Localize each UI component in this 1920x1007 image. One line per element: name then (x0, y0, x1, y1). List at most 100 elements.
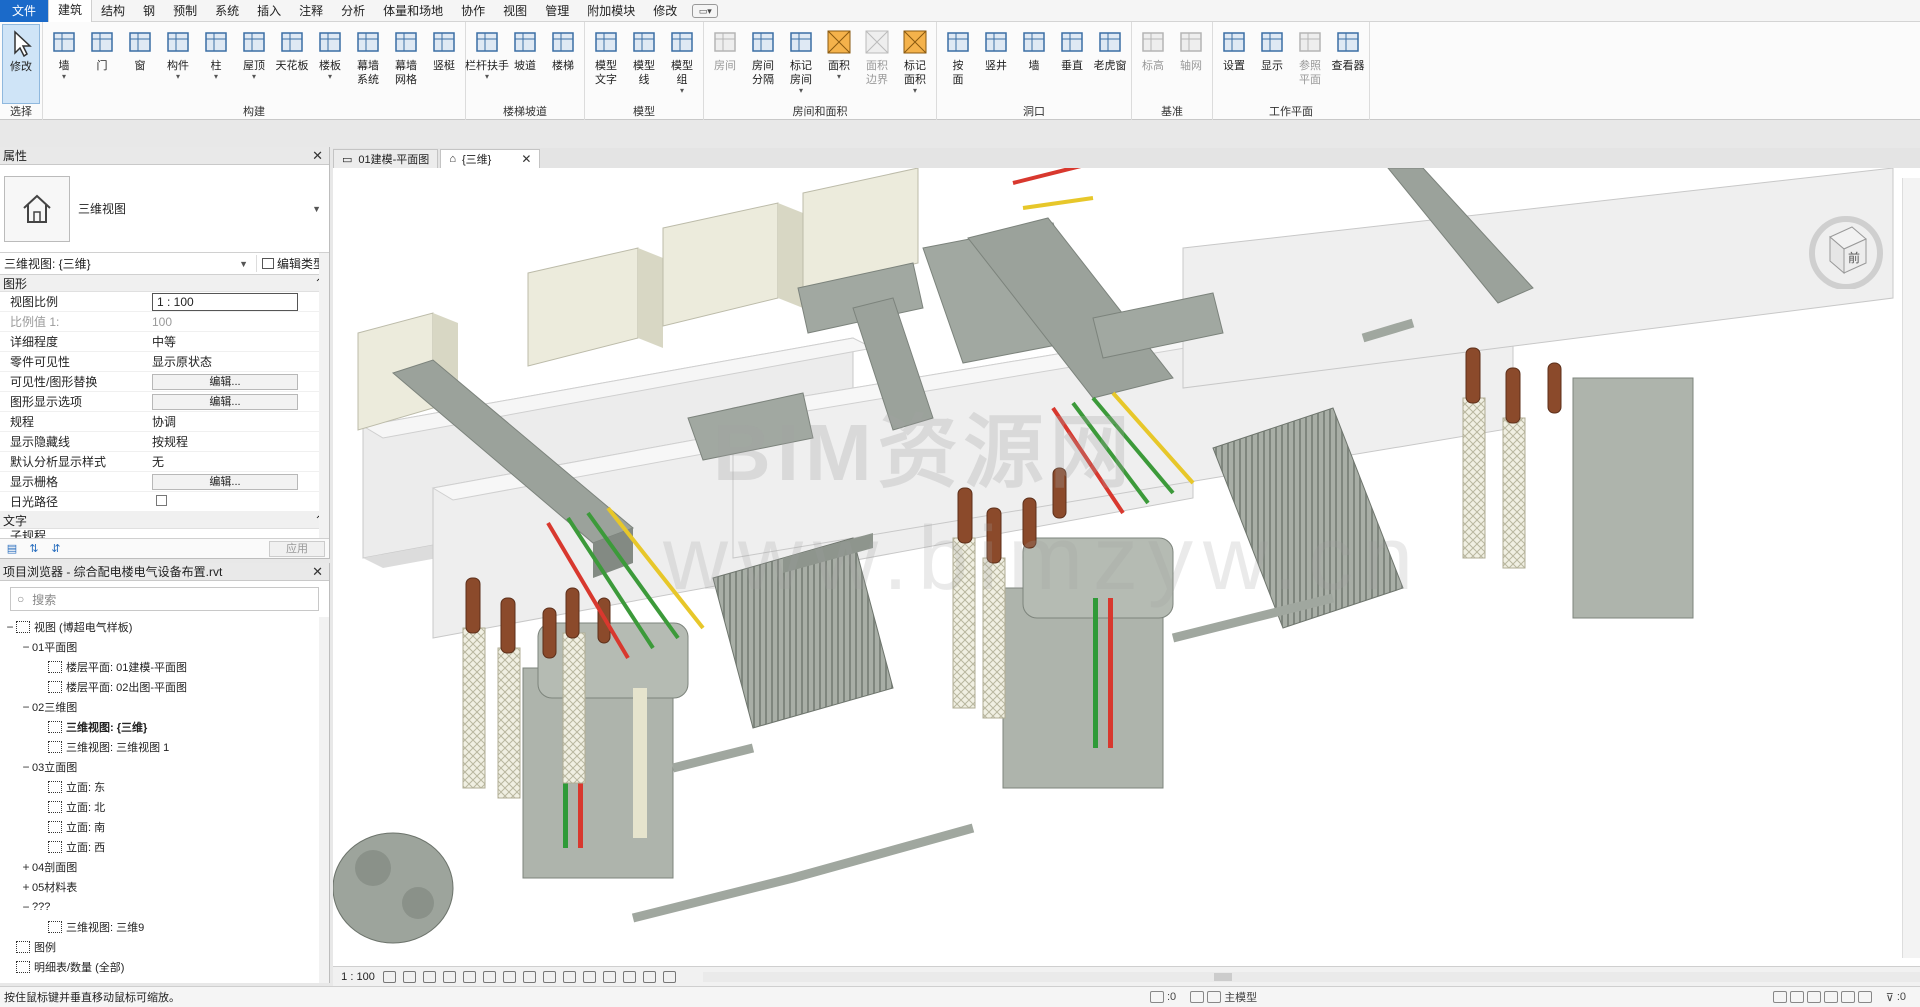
property-value[interactable]: 编辑... (150, 473, 329, 490)
expand-icon[interactable]: + (20, 880, 32, 894)
ribbon-button-by-face[interactable]: 按面 (939, 24, 977, 104)
background-process-icon[interactable] (1857, 991, 1872, 1003)
ribbon-button-column[interactable]: 柱 ▾ (197, 24, 235, 104)
tree-item[interactable]: 立面: 东 (0, 777, 329, 797)
ribbon-button-area-boundary[interactable]: 面积 边界 (858, 24, 896, 104)
ribbon-button-level[interactable]: 标高 (1134, 24, 1172, 104)
menu-item[interactable]: 预制 (164, 0, 206, 22)
design-options[interactable]: 主模型 (1190, 989, 1257, 1005)
tree-item[interactable]: 图例 (0, 937, 329, 957)
worksharing-icon[interactable] (603, 970, 616, 983)
sun-path-icon[interactable] (423, 970, 436, 983)
ribbon-group-title[interactable]: 模型 (585, 104, 703, 120)
ribbon-button-curtain-grid[interactable]: 幕墙 网格 (387, 24, 425, 104)
ribbon-button-viewer[interactable]: 查看器 (1329, 24, 1367, 104)
tree-item[interactable]: −01平面图 (0, 637, 329, 657)
apply-button[interactable]: 应用 (269, 540, 325, 557)
tree-item[interactable]: 楼层平面: 01建模-平面图 (0, 657, 329, 677)
ribbon-button-ref-plane[interactable]: 参照 平面 (1291, 24, 1329, 104)
property-value[interactable]: 1 : 100 (150, 292, 329, 311)
ribbon-button-door[interactable]: 门 (83, 24, 121, 104)
tree-item[interactable]: 立面: 南 (0, 817, 329, 837)
ribbon-button-railing[interactable]: 栏杆扶手 ▾ (465, 24, 509, 104)
collapse-icon[interactable]: − (20, 760, 32, 774)
menu-item[interactable]: 文件 (0, 0, 49, 22)
tree-item[interactable]: −02三维图 (0, 697, 329, 717)
reveal-hidden-icon[interactable] (583, 970, 596, 983)
ribbon-button-shaft[interactable]: 竖井 (977, 24, 1015, 104)
detail-level-icon[interactable] (383, 970, 396, 983)
menu-item[interactable]: 视图 (494, 0, 536, 22)
lock-view-icon[interactable] (523, 970, 536, 983)
chevron-down-icon[interactable]: ▾ (214, 73, 218, 81)
menu-item[interactable]: 修改 (644, 0, 686, 22)
tree-item[interactable]: − 视图 (博超电气样板) (0, 617, 329, 637)
ribbon-button-ramp[interactable]: 坡道 (506, 24, 544, 104)
sort-descending-icon[interactable]: ⇵ (48, 542, 64, 556)
menu-item[interactable]: 结构 (92, 0, 134, 22)
ribbon-button-model-group[interactable]: 模型组 ▾ (663, 24, 701, 104)
ribbon-group-title[interactable]: 洞口 (937, 104, 1131, 120)
navigation-bar[interactable] (1902, 178, 1920, 958)
tree-item[interactable]: +05材料表 (0, 877, 329, 897)
chevron-down-icon[interactable]: ▾ (176, 73, 180, 81)
chevron-down-icon[interactable]: ▾ (799, 87, 803, 95)
tree-item[interactable]: 立面: 西 (0, 837, 329, 857)
property-value[interactable]: 编辑... (150, 373, 329, 390)
sort-ascending-icon[interactable]: ⇅ (26, 542, 42, 556)
close-icon[interactable]: ✕ (521, 152, 531, 166)
collapse-icon[interactable]: − (20, 700, 32, 714)
ribbon-button-roof[interactable]: 屋顶 ▾ (235, 24, 273, 104)
menu-item[interactable]: 协作 (452, 0, 494, 22)
ribbon-group-title[interactable]: 基准 (1132, 104, 1212, 120)
menu-item[interactable]: 钢 (134, 0, 164, 22)
ribbon-button-ceiling[interactable]: 天花板 (273, 24, 311, 104)
select-by-face-icon[interactable] (1823, 991, 1838, 1003)
tree-item[interactable]: −03立面图 (0, 757, 329, 777)
highlight-icon[interactable] (663, 970, 676, 983)
ribbon-button-room[interactable]: 房间 (706, 24, 744, 104)
menu-item[interactable]: 建筑 (48, 0, 93, 22)
analysis-icon[interactable] (623, 970, 636, 983)
chevron-down-icon[interactable]: ▾ (680, 87, 684, 95)
ribbon-button-cursor[interactable]: 修改 (2, 24, 40, 104)
ribbon-group-title[interactable]: 房间和面积 (704, 104, 936, 120)
ribbon-button-curtain-system[interactable]: 幕墙 系统 (349, 24, 387, 104)
chevron-down-icon[interactable]: ▾ (913, 87, 917, 95)
ribbon-button-dormer[interactable]: 老虎窗 (1091, 24, 1129, 104)
select-underlay-icon[interactable] (1789, 991, 1804, 1003)
edit-button[interactable]: 编辑... (152, 473, 298, 490)
scroll-thumb[interactable] (1214, 972, 1233, 981)
edit-button[interactable]: 编辑... (152, 373, 298, 390)
viewcube[interactable]: 前 (1808, 213, 1884, 290)
properties-view-icon[interactable]: ▤ (4, 542, 20, 556)
tree-item[interactable]: 三维视图: 三维9 (0, 917, 329, 937)
chevron-down-icon[interactable]: ▾ (837, 73, 841, 81)
temporary-hide-icon[interactable] (563, 970, 576, 983)
ribbon-toggle-icon[interactable]: ▭▾ (692, 3, 719, 18)
chevron-down-icon[interactable]: ▾ (328, 73, 332, 81)
search-input[interactable]: ○ 搜索 (10, 587, 319, 611)
chevron-down-icon[interactable]: ▼ (312, 204, 321, 214)
filter-indicator[interactable]: ⊽:0 (1886, 991, 1906, 1004)
close-icon[interactable]: ✕ (312, 564, 323, 580)
view-tab[interactable]: ⌂ {三维} ✕ (440, 149, 541, 168)
ribbon-button-room-separator[interactable]: 房间 分隔 (744, 24, 782, 104)
ribbon-button-wall-opening[interactable]: 墙 (1015, 24, 1053, 104)
ribbon-button-floor[interactable]: 楼板 ▾ (311, 24, 349, 104)
tree-item[interactable]: 楼层平面: 02出图-平面图 (0, 677, 329, 697)
type-selector[interactable]: 三维视图 ▼ (0, 165, 329, 253)
ribbon-button-window[interactable]: 窗 (121, 24, 159, 104)
3d-viewport[interactable]: BIM资源网 www.bimzyw.cn 前 (333, 168, 1920, 966)
constraints-icon[interactable] (643, 970, 656, 983)
ribbon-button-model-text[interactable]: 模型 文字 (587, 24, 625, 104)
ribbon-button-component[interactable]: 构件 ▾ (159, 24, 197, 104)
edit-button[interactable]: 编辑... (152, 393, 298, 410)
selection-toggles[interactable] (1772, 991, 1872, 1003)
tree-item[interactable]: 立面: 北 (0, 797, 329, 817)
section-graphics[interactable]: 图形 ⌃ (0, 275, 329, 292)
view-scale[interactable]: 1 : 100 (333, 971, 383, 983)
menu-item[interactable]: 管理 (536, 0, 578, 22)
tree-item[interactable]: +04剖面图 (0, 857, 329, 877)
drag-elements-icon[interactable] (1840, 991, 1855, 1003)
